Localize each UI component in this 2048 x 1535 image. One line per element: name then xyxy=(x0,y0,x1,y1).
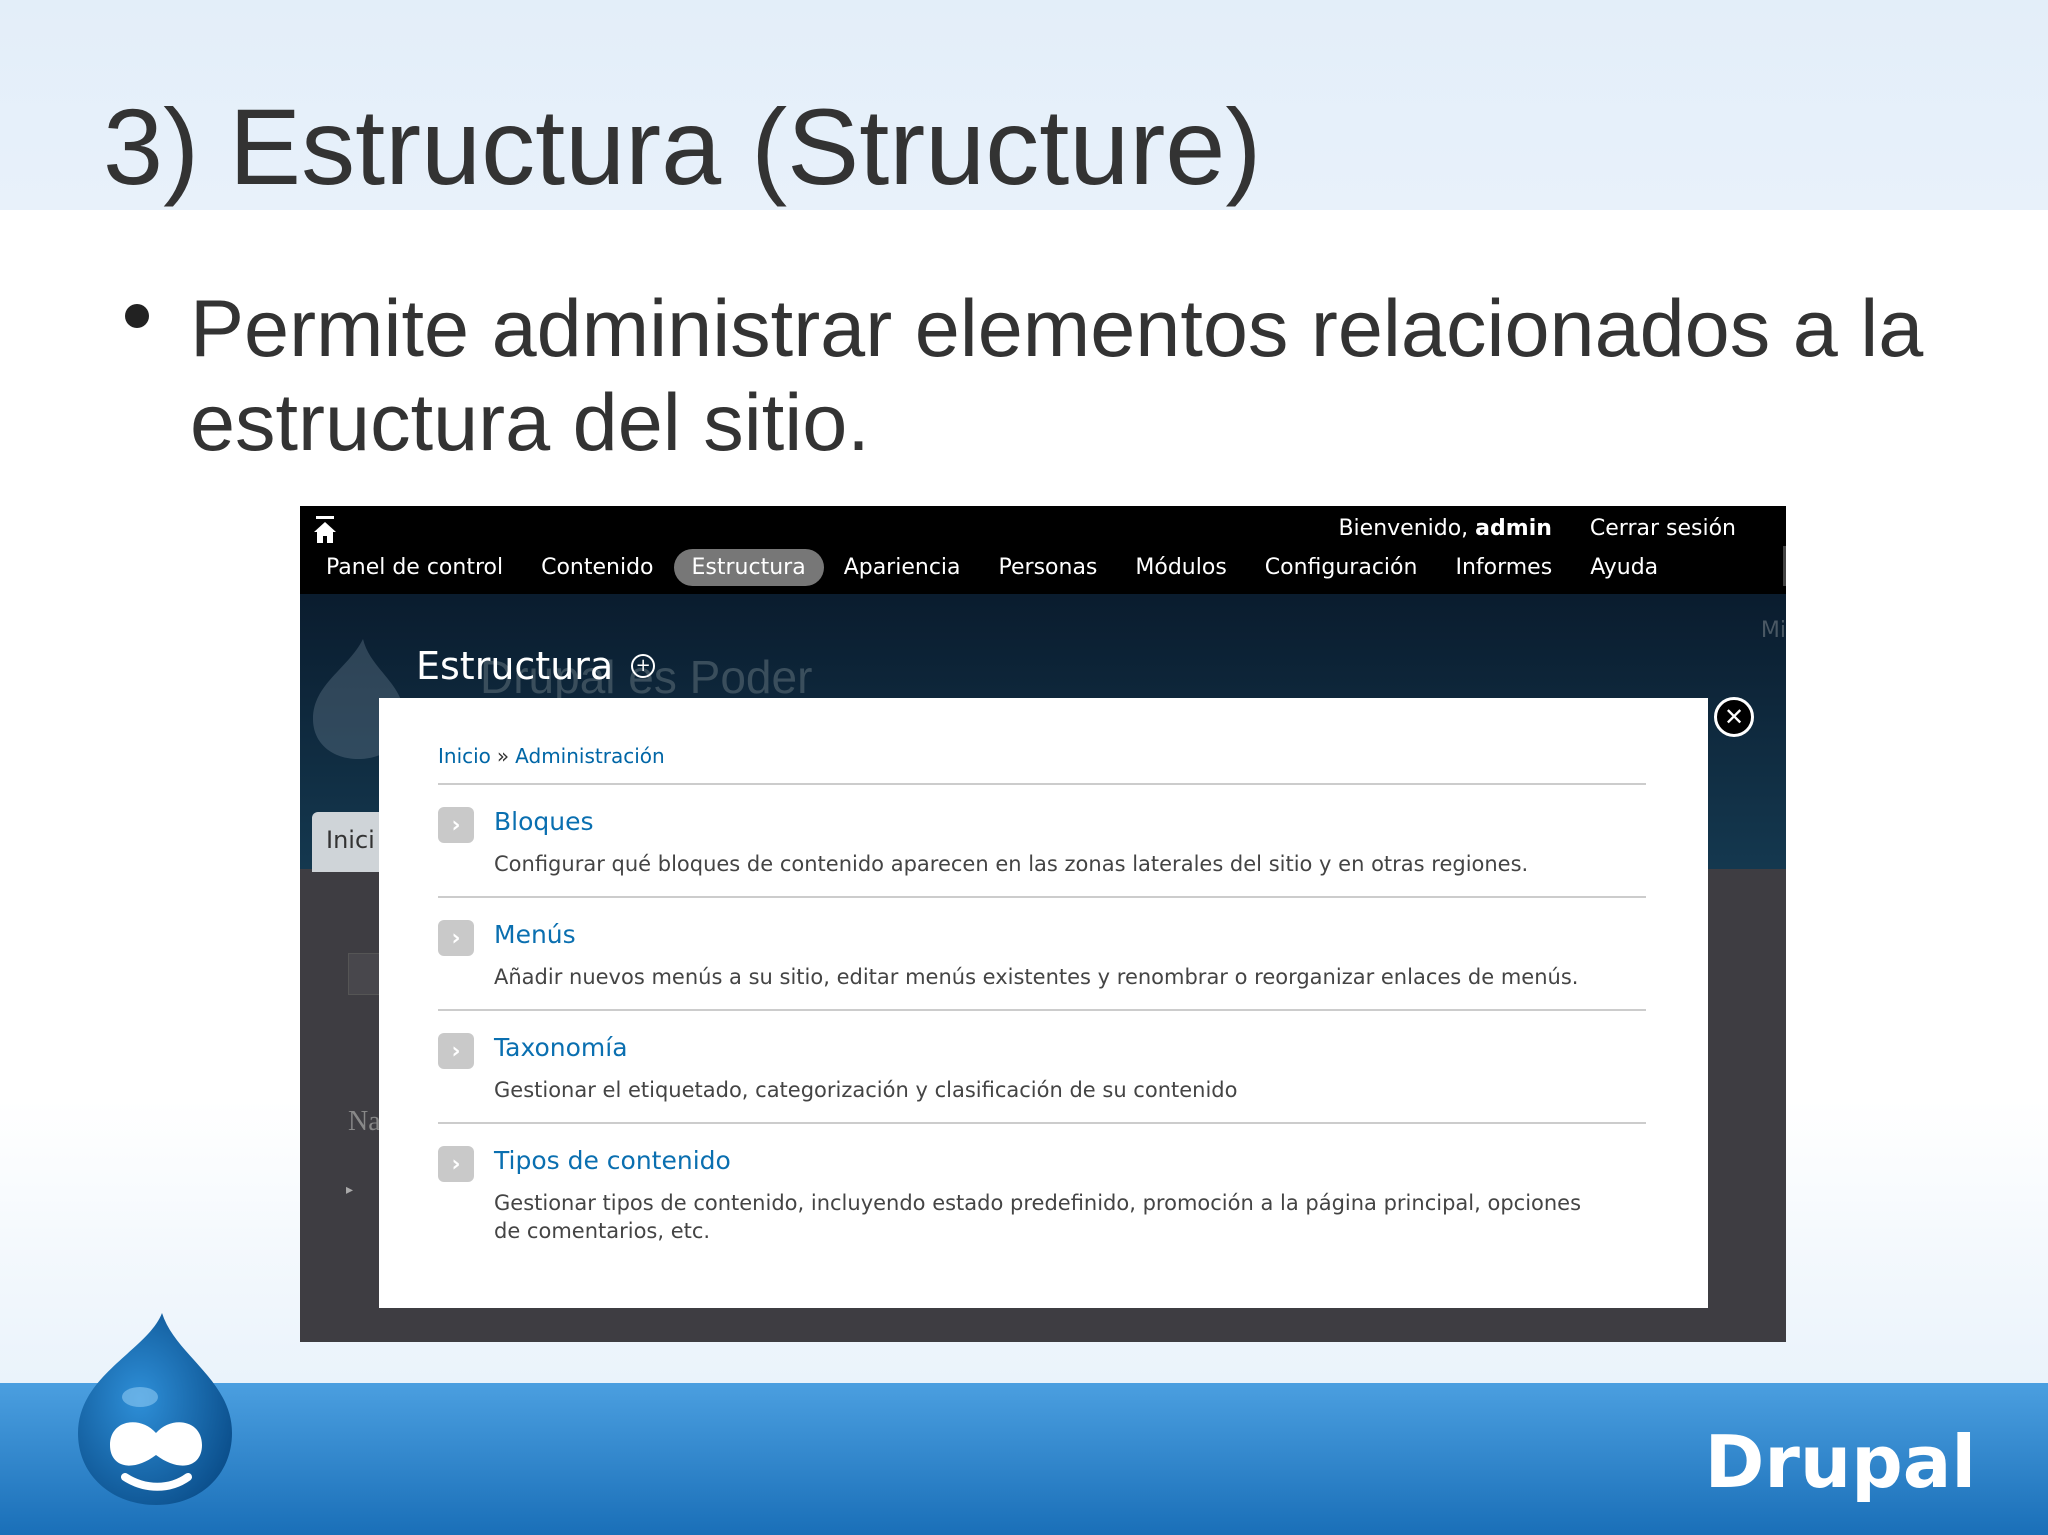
breadcrumb-inicio[interactable]: Inicio xyxy=(438,744,491,768)
page-title: Estructura xyxy=(416,644,614,688)
drupal-admin-screenshot: Bienvenido, admin Cerrar sesión Panel de… xyxy=(300,506,1786,1342)
bullet-text: Permite administrar elementos relacionad… xyxy=(190,284,1924,468)
close-icon[interactable]: ✕ xyxy=(1714,697,1754,737)
item-description: Gestionar tipos de contenido, incluyendo… xyxy=(494,1191,1582,1243)
list-item: › Tipos de contenido Gestionar tipos de … xyxy=(438,1124,1646,1263)
slide-title: 3) Estructura (Structure) xyxy=(103,86,1262,207)
toolbar-handle[interactable] xyxy=(1783,546,1786,586)
page-heading: Estructura + xyxy=(416,644,656,688)
item-title-menus[interactable]: Menús xyxy=(494,920,1646,949)
drupal-wordmark: Drupal xyxy=(1704,1420,1976,1504)
menu-item-informes[interactable]: Informes xyxy=(1437,549,1570,586)
username-link[interactable]: admin xyxy=(1475,516,1552,541)
item-title-tipos-de-contenido[interactable]: Tipos de contenido xyxy=(494,1146,1646,1175)
breadcrumb-administracion[interactable]: Administración xyxy=(515,744,665,768)
item-description: Configurar qué bloques de contenido apar… xyxy=(494,852,1529,876)
list-item: › Taxonomía Gestionar el etiquetado, cat… xyxy=(438,1011,1646,1124)
welcome-text: Bienvenido, admin xyxy=(1338,516,1552,541)
list-item: › Bloques Configurar qué bloques de cont… xyxy=(438,785,1646,898)
home-icon[interactable] xyxy=(312,516,338,546)
menu-item-modulos[interactable]: Módulos xyxy=(1117,549,1244,586)
item-description: Gestionar el etiquetado, categorización … xyxy=(494,1078,1238,1102)
user-area: Bienvenido, admin Cerrar sesión xyxy=(1338,516,1736,541)
logout-link[interactable]: Cerrar sesión xyxy=(1590,516,1736,541)
overlay-dialog: Inicio» Administración › Bloques Configur… xyxy=(379,698,1708,1308)
list-item: › Menús Añadir nuevos menús a su sitio, … xyxy=(438,898,1646,1011)
menu-item-configuracion[interactable]: Configuración xyxy=(1247,549,1436,586)
secondary-link: Mi xyxy=(1760,618,1786,643)
background-text: Na xyxy=(348,1106,381,1137)
structure-list: › Bloques Configurar qué bloques de cont… xyxy=(438,783,1646,1263)
menu-item-contenido[interactable]: Contenido xyxy=(523,549,671,586)
arrow-right-icon[interactable]: › xyxy=(438,1033,474,1069)
drupal-drop-logo xyxy=(78,1313,232,1505)
item-description: Añadir nuevos menús a su sitio, editar m… xyxy=(494,965,1579,989)
admin-menu: Panel de control Contenido Estructura Ap… xyxy=(308,549,1678,586)
arrow-right-icon[interactable]: › xyxy=(438,807,474,843)
item-title-bloques[interactable]: Bloques xyxy=(494,807,1646,836)
arrow-right-icon[interactable]: › xyxy=(438,920,474,956)
bullet-dot xyxy=(125,304,149,328)
background-field xyxy=(348,953,380,995)
menu-item-ayuda[interactable]: Ayuda xyxy=(1572,549,1676,586)
menu-item-panel-de-control[interactable]: Panel de control xyxy=(308,549,521,586)
menu-item-apariencia[interactable]: Apariencia xyxy=(826,549,979,586)
menu-item-personas[interactable]: Personas xyxy=(981,549,1116,586)
admin-toolbar: Bienvenido, admin Cerrar sesión Panel de… xyxy=(300,506,1786,594)
item-title-taxonomia[interactable]: Taxonomía xyxy=(494,1033,1646,1062)
background-arrow-icon: ▸ xyxy=(346,1182,354,1198)
breadcrumb: Inicio» Administración xyxy=(438,744,665,768)
breadcrumb-separator: » xyxy=(496,744,510,768)
add-shortcut-icon[interactable]: + xyxy=(631,654,656,678)
menu-item-estructura[interactable]: Estructura xyxy=(673,549,824,586)
arrow-right-icon[interactable]: › xyxy=(438,1146,474,1182)
